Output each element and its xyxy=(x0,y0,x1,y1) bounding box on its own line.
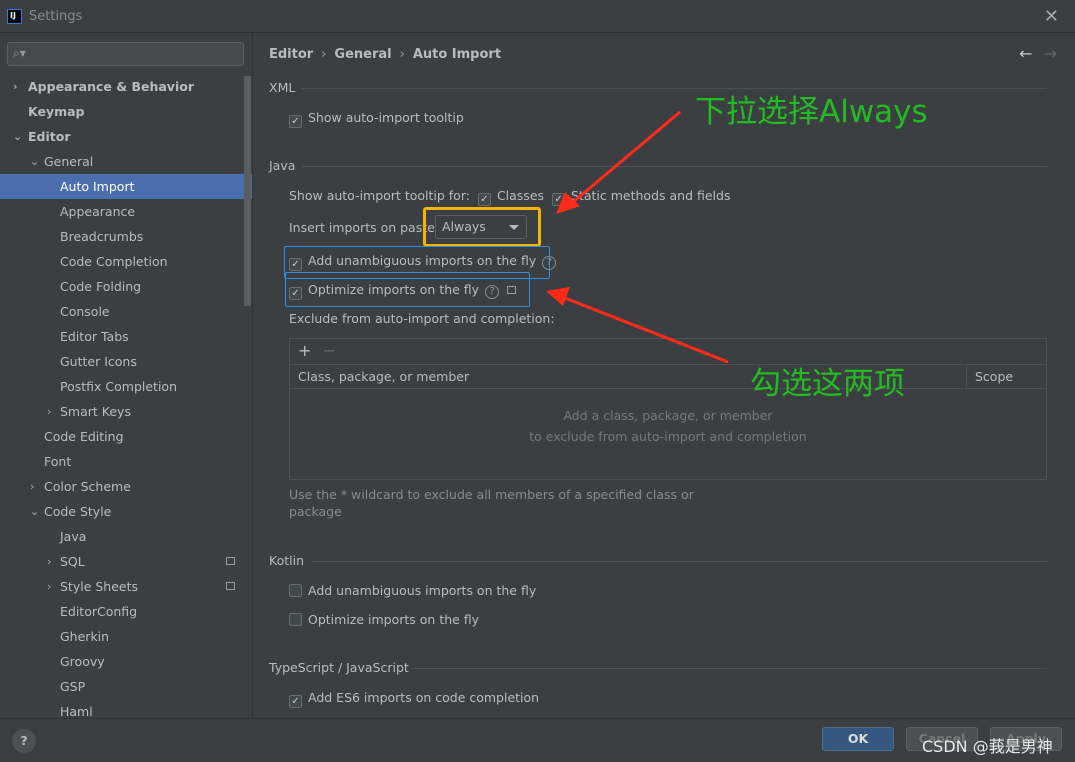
annotation-select-always: 下拉选择Always xyxy=(695,94,928,130)
annotation-check-both: 勾选这两项 xyxy=(750,366,905,402)
red-arrow-icon xyxy=(556,110,681,214)
red-arrow-icon xyxy=(546,287,729,364)
watermark: CSDN @莪是男神 xyxy=(922,737,1053,756)
